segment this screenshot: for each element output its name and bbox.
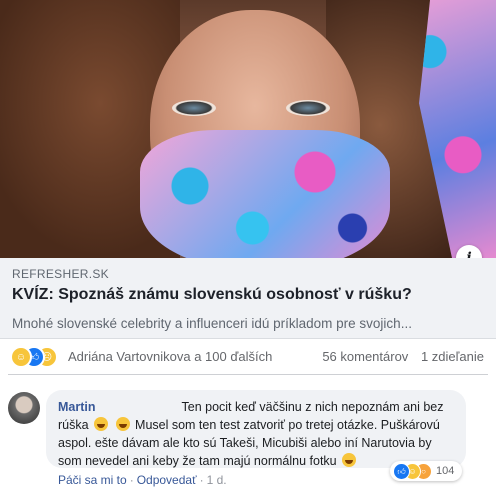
link-description: Mnohé slovenské celebrity a influenceri … [12, 316, 412, 331]
comment-author[interactable]: Martin [58, 400, 96, 414]
comment-actions: Páči sa mi to · Odpovedať · 1 d. [58, 473, 227, 487]
reaction-names[interactable]: Adriána Vartovnikova a 100 ďalších [68, 349, 272, 364]
reactions-bar: ☺ 👍︎ ☹ Adriána Vartovnikova a 100 ďalšíc… [0, 338, 496, 374]
link-title[interactable]: KVÍZ: Spoznáš známu slovenskú osobnosť v… [12, 286, 412, 304]
link-domain: REFRESHER.SK [12, 267, 109, 281]
comment-bubble: Martin Ten pocit keď väčšinu z nich nepoz… [46, 390, 466, 468]
comment-reaction-count: 104 [436, 465, 455, 477]
like-comment-link[interactable]: Páči sa mi to [58, 473, 127, 487]
grin-emoji-icon [94, 417, 109, 431]
reaction-icons[interactable]: ☺ 👍︎ ☹ [10, 346, 70, 368]
comments-count[interactable]: 56 komentárov [322, 349, 408, 364]
grin-emoji-icon [115, 417, 130, 431]
post-image[interactable] [0, 0, 496, 258]
reply-link[interactable]: Odpovedať [137, 473, 197, 487]
grin-emoji-icon [342, 453, 357, 467]
separator-dot: · [129, 473, 134, 487]
like-icon: 👍︎ [393, 463, 410, 480]
link-preview-card[interactable]: REFRESHER.SK KVÍZ: Spoznáš známu slovens… [0, 258, 496, 339]
shares-count[interactable]: 1 zdieľanie [421, 349, 484, 364]
image-eye-left [172, 100, 216, 116]
comment-reactions[interactable]: 👍︎ ☺ ○ 104 [390, 461, 462, 481]
haha-icon: ☺ [10, 346, 32, 368]
comment-timestamp[interactable]: 1 d. [207, 473, 227, 487]
comment-body: Martin Ten pocit keď väčšinu z nich nepoz… [58, 398, 456, 470]
image-eye-right [286, 100, 330, 116]
engagement-counts: 56 komentárov 1 zdieľanie [322, 349, 484, 364]
separator-dot: · [199, 473, 204, 487]
image-face-mask [140, 130, 390, 258]
avatar[interactable] [8, 392, 40, 424]
divider [8, 374, 488, 375]
